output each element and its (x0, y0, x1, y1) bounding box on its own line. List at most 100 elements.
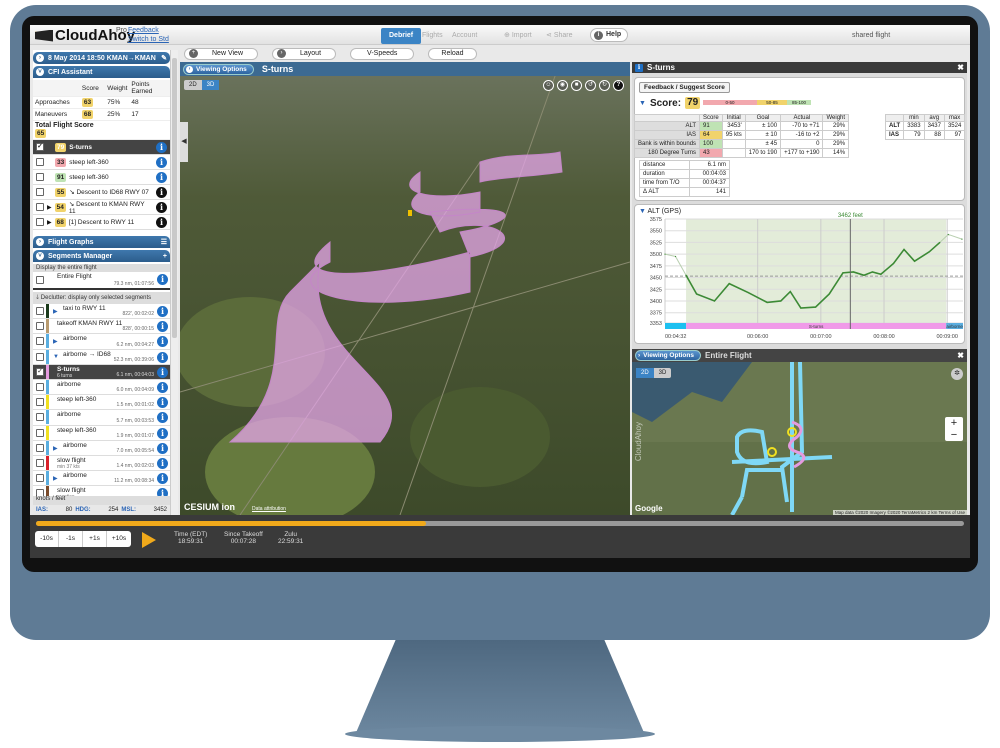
step-back-10s-button[interactable]: -10s (35, 531, 59, 547)
flight-header[interactable]: › 8 May 2014 18:50 KMAN→KMAN ✎ (33, 52, 170, 64)
segment-row[interactable]: slow flight min 37 kts 1.4 nm, 00:02:03 i (33, 455, 170, 472)
segments-manager-header[interactable]: ˅ Segments Manager + (33, 250, 170, 262)
info-icon[interactable]: i (157, 381, 168, 393)
cfi-segment-row[interactable]: ▶ 68 [1] Descent to RWY 11 i (33, 215, 170, 230)
info-icon[interactable]: i (157, 321, 168, 333)
viewing-options-button[interactable]: › Viewing Options (635, 350, 701, 361)
info-icon[interactable]: i (157, 351, 168, 363)
segment-row[interactable]: ▶ airborne 11.2 nm, 00:08:34 i (33, 471, 170, 487)
tab-account[interactable]: Account (444, 28, 485, 44)
tab-share[interactable]: ⋖ Share (538, 28, 581, 44)
checkbox[interactable] (36, 489, 44, 496)
checkbox[interactable] (36, 158, 44, 166)
checkbox[interactable] (36, 352, 44, 361)
checkbox[interactable] (36, 443, 44, 452)
checkbox[interactable] (36, 307, 44, 316)
step-fwd-10s-button[interactable]: +10s (107, 531, 131, 547)
checkbox[interactable] (36, 458, 44, 467)
info-icon[interactable]: i (157, 427, 168, 439)
stop-icon[interactable]: ■ (571, 80, 582, 91)
collapse-sidebar-tab[interactable]: ◀ (180, 122, 188, 162)
eye-icon[interactable]: ◉ (557, 80, 568, 91)
rotate-right-icon[interactable]: ↻ (599, 80, 610, 91)
sidebar-scrollbar[interactable] (170, 50, 178, 515)
switch-std-link[interactable]: Switch to Std (128, 36, 169, 43)
reload-button[interactable]: Reload (428, 47, 477, 60)
segment-row[interactable]: airborne 6.0 nm, 00:04:09 i (33, 380, 170, 396)
expand-icon[interactable]: ▶ (47, 204, 52, 211)
add-icon[interactable]: + (163, 253, 167, 260)
layout-button[interactable]: › Layout (272, 47, 337, 60)
checkbox[interactable] (36, 276, 44, 284)
checkbox[interactable] (36, 203, 44, 211)
checkbox[interactable] (36, 474, 44, 483)
rotate-left-icon[interactable]: ↺ (585, 80, 596, 91)
scroll-thumb[interactable] (172, 58, 177, 338)
checkbox[interactable] (36, 337, 44, 346)
info-icon[interactable]: i (156, 216, 167, 228)
cfi-segment-row[interactable]: ✓ 79 S-turns i (33, 140, 170, 155)
checkbox[interactable] (36, 188, 44, 196)
info-icon[interactable]: i (157, 366, 168, 378)
zoom-in-button[interactable]: + (945, 417, 963, 429)
info-icon[interactable]: i (157, 412, 168, 424)
play-icon[interactable] (142, 532, 156, 548)
segment-row[interactable]: airborne 5.7 nm, 00:03:53 i (33, 410, 170, 426)
segment-row[interactable]: steep left-360 1.9 nm, 00:01:07 i (33, 425, 170, 441)
segment-row[interactable]: ✓ S-turns 6 turns 6.1 nm, 00:04:03 i (33, 364, 170, 380)
checkbox[interactable] (36, 428, 44, 437)
cfi-segment-row[interactable]: ▶ 54 ↘ Descent to KMAN RWY 11 i (33, 200, 170, 215)
3d-view[interactable]: › Viewing Options S-turns 2D 3D ☺ ◉ ■ ↺ ↻? ◀ CE… (180, 62, 630, 515)
checkbox[interactable] (36, 322, 44, 331)
info-icon[interactable]: i (157, 397, 168, 409)
info-icon[interactable]: i (157, 274, 168, 285)
info-icon[interactable]: i (157, 473, 168, 485)
expand-icon[interactable]: ▶ (53, 338, 58, 345)
info-icon[interactable]: i (157, 488, 168, 496)
segment-row[interactable]: slow flightpracticei (33, 486, 170, 496)
info-icon[interactable]: i (156, 141, 167, 153)
info-icon[interactable]: i (157, 336, 168, 348)
feedback-button[interactable]: Feedback / Suggest Score (639, 82, 730, 93)
step-fwd-1s-button[interactable]: +1s (83, 531, 107, 547)
checkbox[interactable] (36, 383, 44, 392)
cfi-segment-row[interactable]: 91 steep left-360 i (33, 170, 170, 185)
map-3d-button[interactable]: 3D (654, 368, 672, 378)
expand-icon[interactable]: ▶ (47, 219, 52, 226)
pencil-icon[interactable]: ✎ (161, 54, 167, 62)
feedback-link[interactable]: Feedback (128, 27, 159, 34)
vspeeds-button[interactable]: V-Speeds (350, 47, 415, 60)
info-icon[interactable]: i (157, 442, 168, 454)
cfi-assistant-header[interactable]: ˅ CFI Assistant (33, 66, 170, 78)
info-icon[interactable]: i (156, 171, 167, 183)
close-icon[interactable]: ✖ (957, 63, 964, 72)
close-icon[interactable]: ✖ (957, 351, 964, 360)
triangle-down-icon[interactable]: ▼ (639, 100, 646, 107)
timeline-slider[interactable] (36, 521, 964, 526)
cfi-segment-row[interactable]: 55 ↘ Descent to ID68 RWY 07 i (33, 185, 170, 200)
cfi-segment-row[interactable]: 33 steep left-360 i (33, 155, 170, 170)
checkbox[interactable]: ✓ (36, 143, 44, 151)
info-icon[interactable]: i (156, 201, 167, 213)
mode-2d-button[interactable]: 2D (184, 80, 202, 90)
tab-import[interactable]: ⊕ Import (496, 28, 540, 44)
info-icon[interactable]: i (156, 156, 167, 168)
alt-chart[interactable]: 3353 3375 3400 3425 3450 3475 3500 3525 3550 3575… (635, 205, 966, 345)
help-button[interactable]: i Help (590, 28, 629, 42)
checkbox[interactable] (36, 413, 44, 422)
info-icon[interactable]: i (157, 306, 168, 317)
expand-icon[interactable]: ▶ (53, 308, 58, 315)
segment-row[interactable]: ▶ taxi to RWY 11 822', 00:02:02 i (33, 304, 170, 320)
segment-row[interactable]: steep left-360 1.5 nm, 00:01:02 i (33, 395, 170, 411)
info-icon[interactable]: i (156, 186, 167, 198)
settings-icon[interactable]: ✲ (951, 368, 963, 380)
new-view-button[interactable]: + New View (184, 47, 258, 60)
segment-row[interactable]: ▶ airborne 7.0 nm, 00:05:54 i (33, 440, 170, 456)
help-icon[interactable]: ? (613, 80, 624, 91)
zoom-out-button[interactable]: − (945, 429, 963, 441)
step-back-1s-button[interactable]: -1s (59, 531, 83, 547)
checkbox[interactable] (36, 398, 44, 407)
expand-icon[interactable]: ▶ (53, 445, 58, 452)
map-2d-button[interactable]: 2D (636, 368, 654, 378)
segment-row[interactable]: ▶ airborne 6.2 nm, 00:04:27 i (33, 334, 170, 350)
